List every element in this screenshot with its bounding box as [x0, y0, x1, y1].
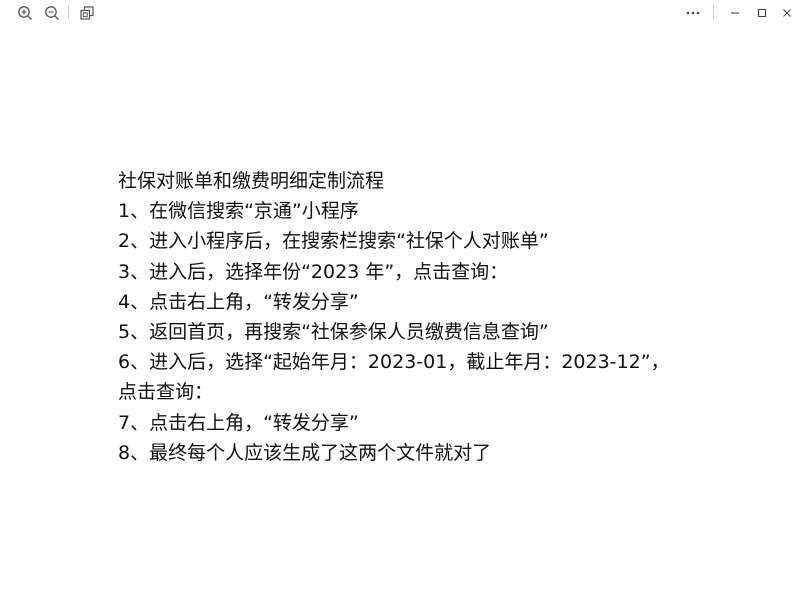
- minimize-button[interactable]: [725, 3, 745, 23]
- step-5: 5、返回首页，再搜索“社保参保人员缴费信息查询”: [118, 321, 549, 344]
- step-7: 7、点击右上角，“转发分享”: [118, 411, 359, 434]
- step-6: 6、进入后，选择“起始年月：2023-01，截止年月：2023-12”，点击查询…: [118, 351, 670, 404]
- zoom-in-button[interactable]: [15, 3, 35, 23]
- more-icon: [685, 5, 701, 21]
- document-page: 社保对账单和缴费明细定制流程 1、在微信搜索“京通”小程序 2、进入小程序后，在…: [118, 166, 698, 468]
- minimize-icon: [727, 5, 743, 21]
- zoom-out-icon: [44, 5, 60, 21]
- zoom-in-icon: [17, 5, 33, 21]
- fit-window-icon: [79, 5, 95, 21]
- zoom-out-button[interactable]: [42, 3, 62, 23]
- more-button[interactable]: [683, 3, 703, 23]
- maximize-icon: [754, 5, 770, 21]
- step-1: 1、在微信搜索“京通”小程序: [118, 200, 359, 223]
- fit-window-button[interactable]: [77, 3, 97, 23]
- step-8: 8、最终每个人应该生成了这两个文件就对了: [118, 441, 492, 464]
- maximize-button[interactable]: [752, 3, 772, 23]
- toolbar-divider: [68, 5, 69, 19]
- close-button[interactable]: [777, 3, 797, 23]
- document-title: 社保对账单和缴费明细定制流程: [118, 170, 385, 192]
- step-3: 3、进入后，选择年份“2023 年”，点击查询：: [118, 260, 509, 283]
- viewer-toolbar: [0, 0, 800, 26]
- step-4: 4、点击右上角，“转发分享”: [118, 290, 359, 313]
- close-icon: [779, 5, 795, 21]
- toolbar-divider: [713, 5, 714, 19]
- step-2: 2、进入小程序后，在搜索栏搜索“社保个人对账单”: [118, 230, 549, 253]
